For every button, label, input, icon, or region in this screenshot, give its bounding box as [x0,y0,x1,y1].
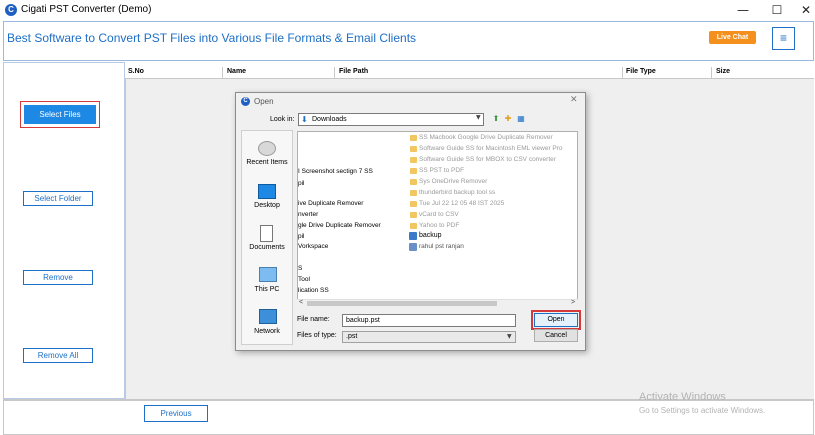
cancel-button[interactable]: Cancel [534,329,578,342]
list-item[interactable]: nverter [298,211,318,218]
list-item[interactable]: Software Guide SS for Macintosh EML view… [419,145,563,152]
network-icon[interactable] [259,309,277,324]
up-folder-icon[interactable]: ⬆ [491,114,501,124]
list-item[interactable]: Tool [298,276,310,283]
column-name: Name [227,68,247,75]
window-title: Cigati PST Converter (Demo) [21,4,152,15]
list-item[interactable]: Tue Jul 22 12 05 48 IST 2025 [419,200,504,207]
previous-button[interactable]: Previous [144,405,208,422]
list-item[interactable]: SS Macbook Google Drive Duplicate Remove… [419,134,553,141]
app-logo-icon: C [5,4,17,16]
column-sno: S.No [128,68,144,75]
column-file-path: File Path [339,68,369,75]
pst-file-icon [409,232,417,240]
folder-icon [410,212,417,218]
place-network[interactable]: Network [241,328,293,335]
close-button[interactable]: ✕ [786,0,815,20]
recent-items-icon[interactable] [258,141,276,156]
list-item[interactable]: rahul pst ranjan [419,243,464,250]
list-item[interactable]: gle Drive Duplicate Remover [298,222,381,229]
desktop-icon[interactable] [258,184,276,199]
remove-all-button[interactable]: Remove All [23,348,93,363]
dialog-app-icon: C [241,97,250,106]
select-folder-button[interactable]: Select Folder [23,191,93,206]
header-title: Best Software to Convert PST Files into … [7,31,417,45]
list-item[interactable]: pil [298,233,305,240]
folder-icon [410,146,417,152]
column-divider [334,67,335,78]
activate-windows-title: Activate Windows [639,391,726,403]
column-size: Size [716,68,731,75]
chevron-down-icon: ▼ [507,333,512,340]
dialog-close-icon[interactable]: ✕ [570,95,578,105]
list-item[interactable]: S [298,265,302,272]
list-item[interactable]: thunderbird backup tool ss [419,189,495,196]
folder-icon [410,190,417,196]
bottom-bar [3,399,814,435]
file-type-dropdown[interactable]: .pst [342,331,516,343]
list-item[interactable]: pil [298,180,305,187]
file-type-label: Files of type: [297,332,337,339]
column-divider [711,67,712,78]
list-item[interactable]: Vorkspace [298,243,328,250]
column-divider [222,67,223,78]
list-item[interactable]: Yahoo to PDF [419,222,459,229]
scroll-left-icon[interactable]: < [299,299,303,306]
file-name-input[interactable]: backup.pst [342,314,516,327]
download-arrow-icon: ⬇ [301,115,308,124]
list-item[interactable]: Sys OneDrive Remover [419,178,487,185]
list-item[interactable]: Software Guide SS for MBOX to CSV conver… [419,156,556,163]
scrollbar-thumb[interactable] [307,301,497,306]
open-button[interactable]: Open [534,313,578,327]
file-name-label: File name: [297,316,330,323]
place-desktop[interactable]: Desktop [241,202,293,209]
folder-icon [410,135,417,141]
dialog-title: Open [254,97,274,106]
folder-icon [410,223,417,229]
place-documents[interactable]: Documents [241,244,293,251]
view-menu-icon[interactable]: ▦ [516,114,526,124]
column-file-type: File Type [626,68,656,75]
list-item[interactable]: lication SS [298,287,329,294]
scroll-right-icon[interactable]: > [571,299,575,306]
list-item[interactable]: ive Duplicate Remover [298,200,363,207]
folder-icon [410,179,417,185]
column-divider [622,67,623,78]
list-item[interactable]: vCard to CSV [419,211,459,218]
list-item[interactable]: I Screenshot sectign 7 SS [298,168,373,175]
chevron-down-icon: ▼ [476,114,481,121]
remove-button[interactable]: Remove [23,270,93,285]
select-files-button[interactable]: Select Files [24,105,96,124]
list-item-backup[interactable]: backup [419,232,442,239]
folder-icon [410,157,417,163]
look-in-dropdown[interactable]: Downloads [298,113,484,126]
live-chat-button[interactable]: Live Chat [709,31,756,44]
documents-icon[interactable] [260,225,273,242]
look-in-label: Look in: [270,116,295,123]
folder-icon [410,168,417,174]
place-recent-items[interactable]: Recent Items [241,159,293,166]
menu-button[interactable]: ≡ [772,27,795,50]
folder-icon [410,201,417,207]
list-item[interactable]: SS PST to PDF [419,167,464,174]
new-folder-icon[interactable]: ✚ [503,114,513,124]
pst-file-icon [409,243,417,251]
place-this-pc[interactable]: This PC [241,286,293,293]
this-pc-icon[interactable] [259,267,277,282]
activate-windows-subtitle: Go to Settings to activate Windows. [639,406,766,415]
